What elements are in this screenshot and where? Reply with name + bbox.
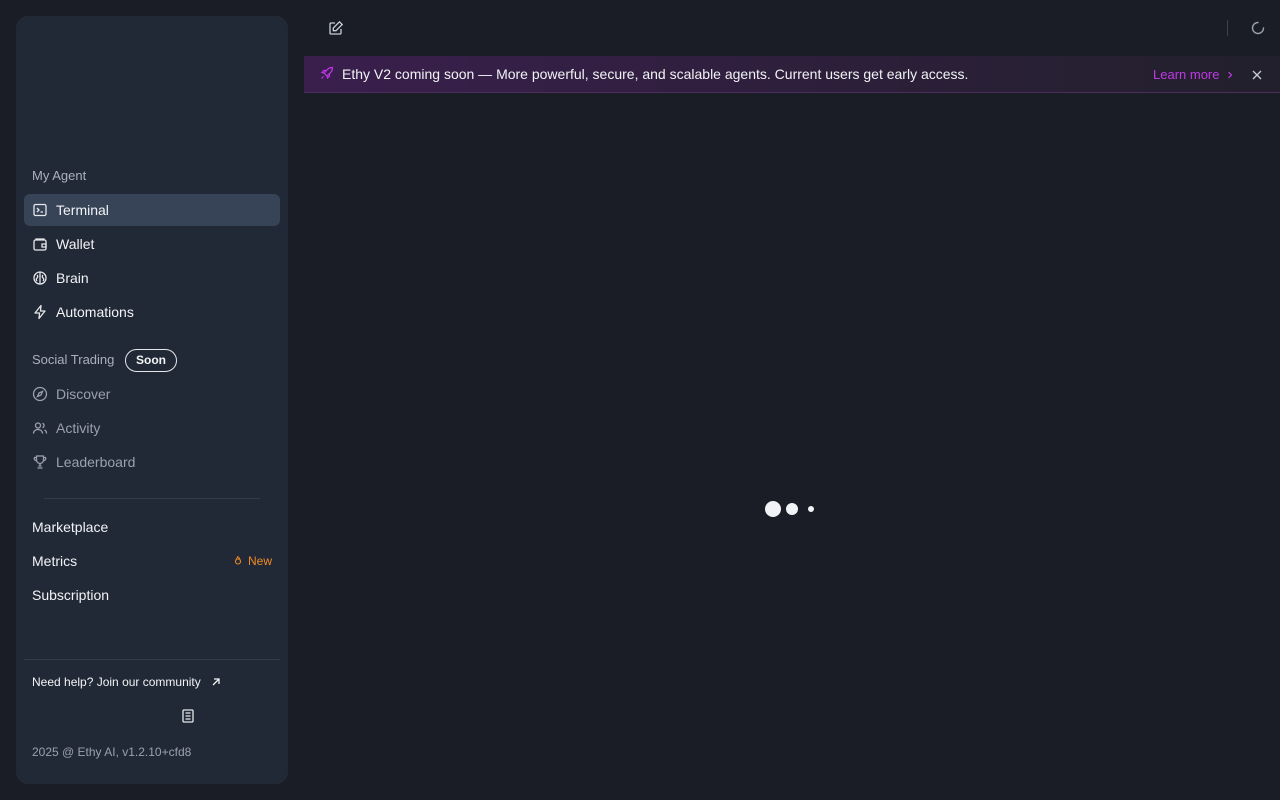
sidebar-footer-divider xyxy=(24,659,280,660)
loading-indicator xyxy=(765,501,825,517)
users-icon xyxy=(32,420,48,436)
sidebar-item-metrics[interactable]: Metrics xyxy=(32,553,77,569)
sidebar-item-automations[interactable]: Automations xyxy=(24,296,280,328)
version-text: 2025 @ Ethy AI, v1.2.10+cfd8 xyxy=(32,745,192,759)
sidebar: My Agent Terminal Wallet Brain Automatio… xyxy=(16,16,288,784)
chevron-right-icon xyxy=(1228,71,1233,78)
flame-icon xyxy=(234,555,242,565)
soon-badge: Soon xyxy=(125,349,177,372)
new-chat-icon[interactable] xyxy=(328,20,344,36)
new-badge-label: New xyxy=(247,554,272,568)
loader-dot xyxy=(808,506,814,512)
sidebar-item-subscription[interactable]: Subscription xyxy=(32,587,109,603)
community-link-label: Need help? Join our community xyxy=(32,675,201,689)
loading-spinner-icon xyxy=(1251,21,1265,35)
sidebar-item-activity[interactable]: Activity xyxy=(24,412,280,444)
social-trading-section-label: Social Trading xyxy=(32,352,115,367)
learn-more-label: Learn more xyxy=(1153,67,1220,82)
compass-icon xyxy=(32,386,48,402)
loader-dot xyxy=(786,503,798,515)
sidebar-item-wallet[interactable]: Wallet xyxy=(24,228,280,260)
sidebar-item-label: Automations xyxy=(56,304,134,320)
sidebar-item-label: Leaderboard xyxy=(56,454,136,470)
sidebar-item-label: Brain xyxy=(56,270,89,286)
sidebar-item-label: Wallet xyxy=(56,236,95,252)
community-link[interactable]: Need help? Join our community xyxy=(32,675,223,689)
my-agent-section-label: My Agent xyxy=(32,168,87,183)
sidebar-item-brain[interactable]: Brain xyxy=(24,262,280,294)
docs-icon[interactable] xyxy=(180,708,196,724)
sidebar-item-label: Terminal xyxy=(56,202,109,218)
sidebar-item-label: Activity xyxy=(56,420,101,436)
zap-icon xyxy=(32,304,48,320)
wallet-icon xyxy=(32,236,48,252)
rocket-icon xyxy=(320,66,334,80)
banner-message: Ethy V2 coming soon — More powerful, sec… xyxy=(342,66,969,82)
sidebar-item-discover[interactable]: Discover xyxy=(24,378,280,410)
new-badge: New xyxy=(232,554,272,568)
external-link-icon xyxy=(212,678,220,686)
sidebar-item-terminal[interactable]: Terminal xyxy=(24,194,280,226)
sidebar-divider xyxy=(44,498,260,499)
sidebar-item-marketplace[interactable]: Marketplace xyxy=(32,519,108,535)
loader-dot xyxy=(765,501,781,517)
trophy-icon xyxy=(32,454,48,470)
brain-icon xyxy=(32,270,48,286)
sidebar-item-label: Discover xyxy=(56,386,111,402)
sidebar-item-leaderboard[interactable]: Leaderboard xyxy=(24,446,280,478)
learn-more-link[interactable]: Learn more xyxy=(1153,67,1235,82)
terminal-icon xyxy=(32,202,48,218)
announcement-banner: Ethy V2 coming soon — More powerful, sec… xyxy=(304,56,1280,93)
topbar-separator xyxy=(1227,20,1228,36)
close-icon[interactable] xyxy=(1251,68,1263,80)
